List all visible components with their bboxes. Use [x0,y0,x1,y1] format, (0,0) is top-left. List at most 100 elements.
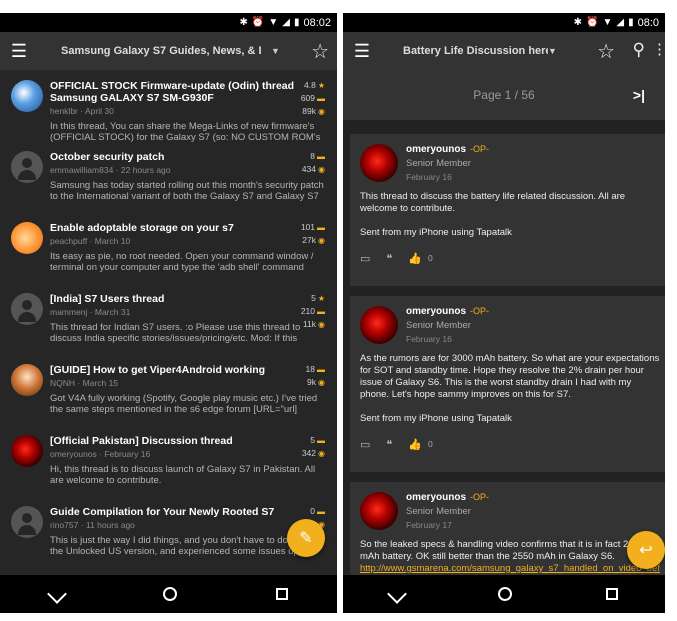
thread-item[interactable]: [Official Pakistan] Discussion thread om… [0,425,337,496]
user-role: Senior Member [406,158,471,169]
comment-icon[interactable]: ▭ [360,438,370,451]
recents-icon [606,588,618,600]
thread-title: October security patch [50,151,165,163]
reply-count-icon: ▬ [317,94,325,103]
star-icon[interactable]: ☆ [597,39,615,64]
thread-title: Guide Compilation for Your Newly Rooted … [50,506,275,518]
thread-snippet: Samsung has today started rolling out th… [50,180,324,202]
avatar [11,151,43,183]
thread-snippet: Hi, this thread is to discuss launch of … [50,464,316,486]
thread-stats: 5 ★ 210 ▬ 11k ◉ [300,293,325,329]
thread-snippet: This thread for Indian S7 users. :o Plea… [50,322,301,344]
thread-item[interactable]: OFFICIAL STOCK Firmware-update (Odin) th… [0,70,337,143]
post-body: This thread to discuss the battery life … [360,191,626,238]
post-date: February 16 [406,334,452,344]
forum-title[interactable]: Samsung Galaxy S7 Guides, News, & Discu… [61,45,261,57]
bluetooth-icon: ✱ [239,17,248,28]
reply-count-icon: ▬ [317,223,325,232]
thread-item[interactable]: October security patch emmawilliam834 · … [0,141,337,212]
chevron-down-icon[interactable]: ▼ [271,46,280,56]
status-time: 08:0 [637,16,659,29]
status-bar: ✱ ⏰ ▼ ◢ ▮ 08:02 [0,13,337,32]
post-username[interactable]: omeryounos -OP- [406,306,665,317]
like-count: 0 [428,439,433,449]
home-button[interactable] [498,587,512,601]
battery-icon: ▮ [293,17,300,28]
avatar[interactable] [360,306,398,344]
recents-button[interactable] [606,588,618,600]
back-button[interactable] [46,584,67,604]
page-indicator[interactable]: Page 1 / 56 [473,88,534,102]
avatar [11,293,43,325]
thread-meta: emmawilliam834 · 22 hours ago [50,165,171,175]
post-date: February 16 [406,172,452,182]
post-item: omeryounos -OP- Senior Member February 16… [350,134,665,286]
post-username[interactable]: omeryounos -OP- [406,144,665,155]
quote-icon[interactable]: ❝ [386,438,392,451]
reply-count-icon: ▬ [317,152,325,161]
avatar [11,80,43,112]
comment-icon[interactable]: ▭ [360,252,370,265]
thread-item[interactable]: [India] S7 Users thread mammenj · March … [0,283,337,354]
overflow-menu-icon[interactable]: ⋮ [652,40,665,58]
thumbs-up-icon[interactable]: 👍 [408,252,422,265]
thumbs-up-icon[interactable]: 👍 [408,438,422,451]
compose-button[interactable]: ✎ [287,519,325,557]
views-icon: ◉ [318,320,325,329]
app-bar: ☰ Samsung Galaxy S7 Guides, News, & Disc… [0,32,337,70]
avatar [11,364,43,396]
avatar [11,506,43,538]
thread-meta: henklbr · April 30 [50,106,114,116]
thread-item[interactable]: Guide Compilation for Your Newly Rooted … [0,496,337,567]
thread-meta: mammenj · March 31 [50,307,131,317]
thread-title: OFFICIAL STOCK Firmware-update (Odin) th… [50,80,295,104]
recents-icon [275,588,288,600]
thread-item[interactable]: [GUIDE] How to get Viper4Android working… [0,354,337,425]
thread-title: [India] S7 Users thread [50,293,165,305]
thread-meta: NQNH · March 15 [50,378,119,388]
home-button[interactable] [162,587,177,601]
reply-button[interactable]: ↩ [627,531,665,569]
reply-count-icon: ▬ [317,507,325,516]
quote-icon[interactable]: ❝ [386,252,392,265]
views-icon: ◉ [318,165,325,174]
recents-button[interactable] [275,588,288,600]
pencil-icon: ✎ [299,530,313,547]
post-item: omeryounos -OP- Senior Member February 16… [350,296,665,472]
menu-icon[interactable]: ☰ [343,41,381,62]
search-icon[interactable]: ⚲ [633,40,645,60]
menu-icon[interactable]: ☰ [0,41,38,62]
back-button[interactable] [387,584,407,604]
post-username[interactable]: omeryounos -OP- [406,492,665,503]
last-page-icon[interactable]: >| [633,87,645,103]
thread-item[interactable]: Enable adoptable storage on your s7 peac… [0,212,337,283]
reply-count-icon: ▬ [317,365,325,374]
avatar[interactable] [360,492,398,530]
bluetooth-icon: ✱ [573,17,582,28]
thread-snippet: In this thread, You can share the Mega-L… [50,121,321,143]
op-badge: -OP- [470,492,490,502]
reply-count-icon: ▬ [317,436,325,445]
user-role: Senior Member [406,506,471,517]
thread-snippet: Got V4A fully working (Spotify, Google p… [50,393,318,415]
thread-stats: 8 ▬ 434 ◉ [301,151,325,174]
avatar[interactable] [360,144,398,182]
views-icon: ◉ [318,107,325,116]
post-link[interactable]: http://www.gsmarena.com/samsung_galaxy_s… [360,563,660,575]
chevron-down-icon[interactable]: ▼ [548,46,557,56]
user-role: Senior Member [406,320,471,331]
thread-stats: 5 ▬ 342 ◉ [301,435,325,458]
navigation-bar [0,575,337,613]
thread-title: [GUIDE] How to get Viper4Android working [50,364,266,376]
op-badge: -OP- [470,306,490,316]
post-list: omeryounos -OP- Senior Member February 16… [343,120,665,575]
thread-stats: 101 ▬ 27k ◉ [300,222,325,245]
battery-icon: ▮ [628,17,634,28]
star-icon[interactable]: ☆ [311,39,329,64]
views-icon: ◉ [318,236,325,245]
views-icon: ◉ [318,449,325,458]
star-rating-icon: ★ [317,81,325,90]
thread-title[interactable]: Battery Life Discussion here [403,45,548,57]
status-time: 08:02 [303,16,331,29]
post-item: omeryounos -OP- Senior Member February 17… [350,482,665,575]
